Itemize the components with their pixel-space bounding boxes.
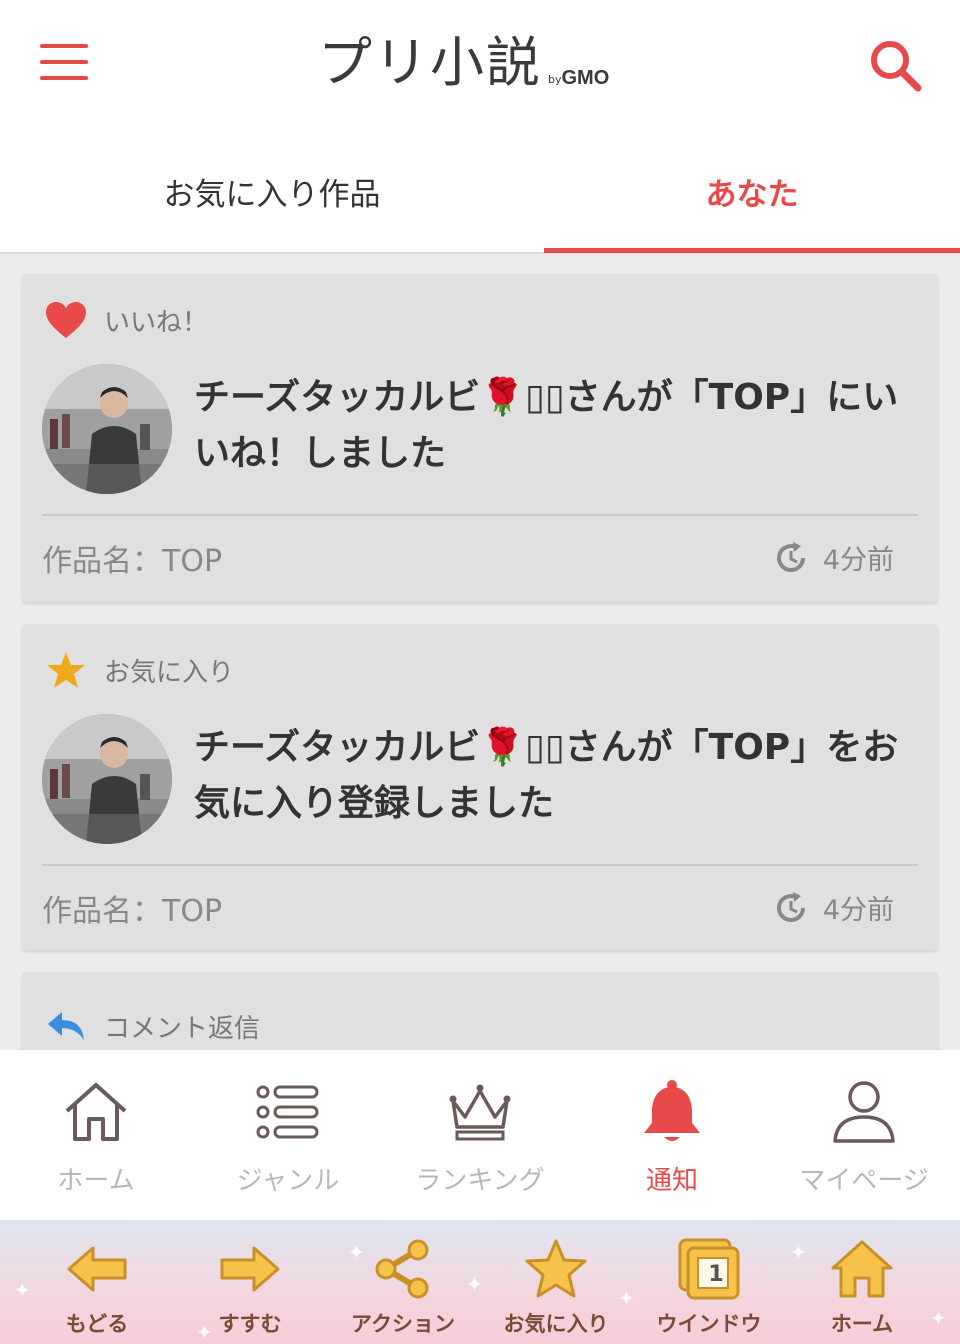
- user-icon: [828, 1076, 900, 1148]
- hamburger-icon-bar: [40, 76, 88, 80]
- work-name: 作品名：TOP: [42, 544, 223, 579]
- logo-gmo: GMO: [561, 67, 610, 89]
- home-icon: [60, 1076, 132, 1148]
- logo-by: by: [548, 73, 562, 86]
- list-icon: [252, 1076, 324, 1148]
- browser-home-button[interactable]: ホーム: [785, 1220, 939, 1344]
- browser-back-button[interactable]: もどる: [20, 1220, 174, 1344]
- browser-toolbar: ✦ ✦ ✦ ✦ ✦ ✦ ✦ もどる すすむ アクション お気に入り 1 ウインド…: [0, 1220, 960, 1344]
- menu-button[interactable]: [40, 44, 90, 84]
- notification-message: チーズタッカルビ🌹▯▯さんが「TOP」にいいね！しました: [194, 377, 899, 474]
- logo-text: プリ小説: [318, 31, 542, 94]
- arrow-left-icon: [62, 1234, 132, 1304]
- star-icon: [44, 648, 88, 692]
- nav-item-notifications[interactable]: 通知: [576, 1050, 768, 1220]
- notification-card-like[interactable]: いいね！ チーズタッカルビ🌹▯▯さんが「TOP」にいいね！しました 作品名：TO…: [22, 274, 938, 602]
- search-button[interactable]: [866, 36, 926, 96]
- work-name: 作品名：TOP: [42, 894, 223, 929]
- time-label: 4分前: [822, 895, 894, 926]
- notification-type: いいね！: [44, 298, 208, 342]
- search-icon: [871, 41, 922, 92]
- star-icon: [521, 1234, 591, 1304]
- notification-type-label: コメント返信: [104, 1013, 261, 1044]
- nav-label: 通知: [645, 1166, 698, 1196]
- share-icon: [368, 1234, 438, 1304]
- browser-button-label: お気に入り: [503, 1312, 609, 1336]
- nav-item-mypage[interactable]: マイページ: [768, 1050, 960, 1220]
- notification-type-label: いいね！: [104, 307, 209, 338]
- reply-icon: [44, 1004, 88, 1048]
- browser-window-button[interactable]: 1 ウインドウ: [632, 1220, 786, 1344]
- card-divider: [42, 864, 918, 866]
- crown-icon: [444, 1076, 516, 1148]
- hamburger-icon-bar: [40, 44, 88, 48]
- browser-action-button[interactable]: アクション: [326, 1220, 480, 1344]
- nav-item-genre[interactable]: ジャンル: [192, 1050, 384, 1220]
- tab-favorite-works[interactable]: お気に入り作品: [0, 130, 544, 252]
- clock-refresh-icon: [776, 891, 805, 922]
- card-divider: [42, 514, 918, 516]
- clock-refresh-icon: [776, 541, 805, 572]
- notification-type: コメント返信: [44, 1004, 260, 1048]
- avatar[interactable]: [42, 714, 172, 844]
- notification-time: 4分前: [773, 538, 894, 577]
- browser-favorite-button[interactable]: お気に入り: [479, 1220, 633, 1344]
- heart-icon: [44, 298, 88, 342]
- browser-button-label: アクション: [351, 1312, 455, 1336]
- nav-item-ranking[interactable]: ランキング: [384, 1050, 576, 1220]
- avatar[interactable]: [42, 364, 172, 494]
- bell-icon: [636, 1076, 708, 1148]
- notification-tabs: お気に入り作品 あなた: [0, 130, 960, 254]
- nav-label: ジャンル: [236, 1166, 340, 1196]
- arrow-right-icon: [215, 1234, 285, 1304]
- notifications-screen: プリ小説 by GMO お気に入り作品 あなた いいね！ チーズタッカルビ🌹▯▯…: [0, 0, 960, 1344]
- notification-time: 4分前: [773, 888, 894, 927]
- browser-button-label: もどる: [65, 1312, 129, 1336]
- browser-forward-button[interactable]: すすむ: [173, 1220, 327, 1344]
- nav-label: マイページ: [799, 1166, 929, 1196]
- browser-button-label: ウインドウ: [656, 1312, 762, 1336]
- home-icon: [827, 1234, 897, 1304]
- browser-button-label: すすむ: [218, 1312, 282, 1336]
- hamburger-icon-bar: [40, 60, 88, 64]
- nav-label: ホーム: [57, 1166, 135, 1196]
- app-header: プリ小説 by GMO: [0, 0, 960, 130]
- notification-type: お気に入り: [44, 648, 234, 692]
- window-count-badge: 1: [708, 1262, 724, 1287]
- app-logo[interactable]: プリ小説 by GMO: [318, 28, 609, 98]
- notification-message: チーズタッカルビ🌹▯▯さんが「TOP」をお気に入り登録しました: [194, 727, 899, 824]
- browser-button-label: ホーム: [830, 1312, 894, 1336]
- nav-item-home[interactable]: ホーム: [0, 1050, 192, 1220]
- nav-label: ランキング: [415, 1166, 545, 1196]
- bottom-navigation: ホーム ジャンル ランキング 通知 マイページ: [0, 1050, 960, 1220]
- time-label: 4分前: [822, 545, 894, 576]
- notification-type-label: お気に入り: [104, 657, 235, 688]
- active-tab-indicator: [544, 248, 960, 253]
- notification-card-favorite[interactable]: お気に入り チーズタッカルビ🌹▯▯さんが「TOP」をお気に入り登録しました 作品…: [22, 624, 938, 950]
- tab-you[interactable]: あなた: [544, 130, 960, 252]
